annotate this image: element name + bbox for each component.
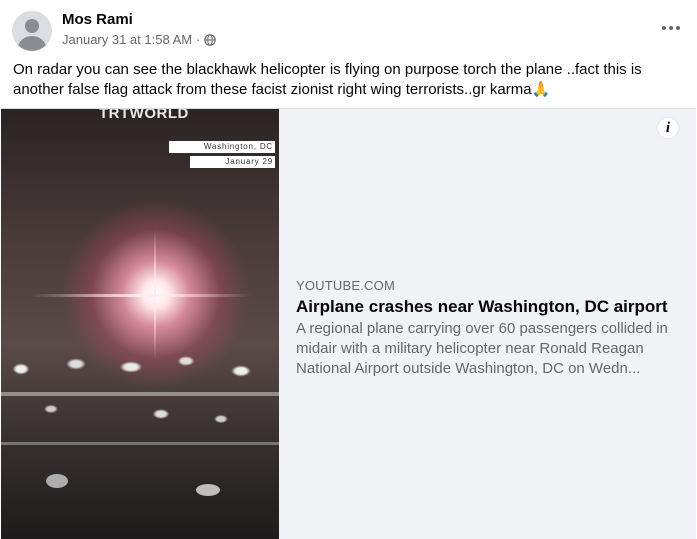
thumbnail-date-label: January 29: [190, 156, 275, 168]
avatar-head-shape: [25, 19, 39, 33]
globe-icon[interactable]: [204, 33, 217, 46]
avatar-body-shape: [18, 36, 46, 51]
more-dot: [662, 26, 666, 30]
city-lights: [1, 349, 279, 449]
channel-logo: TRTWORLD: [99, 109, 189, 122]
shoreline-lower: [1, 442, 279, 445]
link-card-body[interactable]: i YOUTUBE.COM Airplane crashes near Wash…: [279, 109, 696, 539]
post-meta: January 31 at 1:58 AM ·: [62, 32, 217, 47]
lens-flare-horizontal: [31, 294, 251, 297]
post-header: Mos Rami January 31 at 1:58 AM ·: [0, 0, 697, 56]
author-avatar[interactable]: [12, 11, 52, 51]
light-reflection: [46, 474, 68, 488]
more-dot: [669, 26, 673, 30]
meta-separator: ·: [196, 32, 201, 47]
link-description: A regional plane carrying over 60 passen…: [296, 320, 668, 377]
lens-flare-vertical: [154, 229, 156, 359]
video-thumbnail[interactable]: TRTWORLD Washington, DC January 29: [1, 109, 279, 539]
light-reflection: [196, 484, 220, 496]
post-text: On radar you can see the blackhawk helic…: [13, 61, 642, 98]
link-domain: YOUTUBE.COM: [296, 278, 395, 293]
author-name[interactable]: Mos Rami: [62, 11, 133, 28]
thumbnail-location-label: Washington, DC: [169, 141, 275, 153]
link-preview-card[interactable]: TRTWORLD Washington, DC January 29 i YOU…: [1, 108, 696, 539]
info-icon[interactable]: i: [657, 117, 679, 139]
shoreline: [1, 392, 279, 396]
more-options-button[interactable]: [656, 16, 686, 40]
more-dot: [676, 26, 680, 30]
link-title[interactable]: Airplane crashes near Washington, DC air…: [296, 296, 686, 318]
post-timestamp[interactable]: January 31 at 1:58 AM: [62, 32, 192, 47]
